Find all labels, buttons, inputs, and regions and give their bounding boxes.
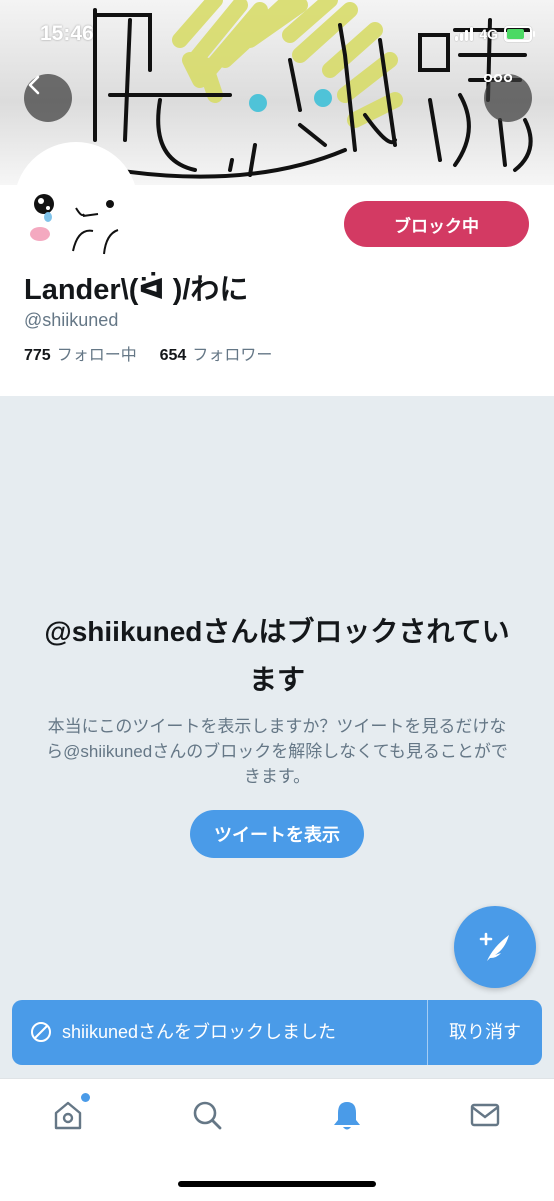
compose-tweet-button[interactable]: [454, 906, 536, 988]
tab-notifications[interactable]: [329, 1097, 365, 1133]
blocked-button[interactable]: ブロック中: [344, 201, 529, 247]
more-options-button[interactable]: [484, 74, 532, 122]
status-indicators: 4G: [455, 25, 535, 43]
undo-button[interactable]: 取り消す: [428, 1000, 542, 1065]
tab-search[interactable]: [189, 1097, 225, 1133]
bell-icon: [334, 1102, 360, 1130]
home-indicator: [178, 1181, 376, 1187]
battery-icon: [504, 26, 535, 42]
tab-messages[interactable]: [467, 1097, 503, 1133]
profile-avatar[interactable]: [14, 142, 138, 266]
block-icon: [31, 1022, 51, 1042]
followers-stat[interactable]: 654 フォロワー: [160, 347, 273, 364]
profile-name: Lander\(ᐛ )/わに: [24, 274, 249, 306]
signal-icon: [455, 27, 474, 41]
compose-feather-icon: [479, 932, 509, 961]
bottom-tab-bar: [0, 1078, 554, 1201]
chevron-left-icon: [28, 75, 40, 95]
blocked-title: @shiikunedさんはブロックされています: [44, 616, 510, 695]
home-icon: [54, 1101, 82, 1130]
search-icon: [193, 1101, 222, 1130]
status-time: 15:46: [40, 22, 94, 45]
status-bar: 15:46 4G: [0, 0, 554, 70]
following-stat[interactable]: 775 フォロー中: [24, 347, 137, 364]
followers-count: 654: [159, 347, 187, 364]
followers-label: フォロワー: [192, 347, 273, 364]
show-tweets-button[interactable]: ツイートを表示: [190, 810, 364, 858]
more-horizontal-icon: [484, 74, 512, 82]
profile-stats: 775 フォロー中 654 フォロワー: [24, 341, 272, 365]
back-button[interactable]: [24, 74, 72, 122]
avatar-image: [18, 146, 134, 262]
mail-icon: [470, 1103, 500, 1127]
following-count: 775: [24, 347, 51, 364]
notification-dot: [81, 1093, 90, 1102]
network-type: 4G: [479, 26, 498, 42]
blocked-description: 本当にこのツイートを表示しますか？ツイートを見るだけなら@shiikunedさん…: [46, 717, 508, 786]
toast-message: shiikunedさんをブロックしました: [62, 1022, 337, 1042]
block-toast: shiikunedさんをブロックしました 取り消す: [12, 1000, 542, 1065]
profile-handle: @shiikuned: [24, 310, 119, 330]
following-label: フォロー中: [56, 347, 137, 364]
tab-home[interactable]: [50, 1093, 90, 1133]
